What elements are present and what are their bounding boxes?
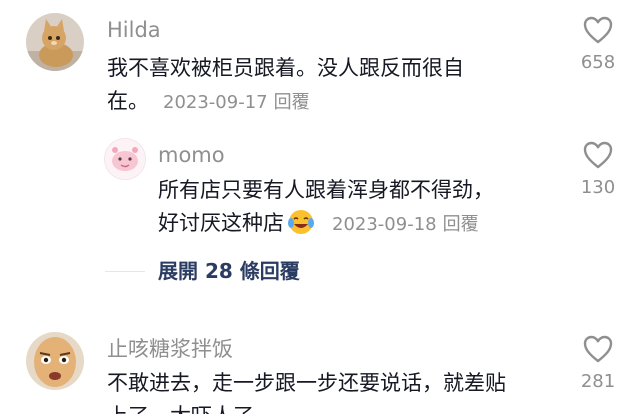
like-count: 130 <box>580 177 616 198</box>
like-button[interactable]: 130 <box>570 141 626 199</box>
pink-doodle-avatar-icon[interactable] <box>104 138 146 180</box>
comment-username[interactable]: 止咳糖浆拌饭 <box>107 336 233 362</box>
comment-text-line: 不敢进去，走一步跟一步还要说话，就差贴 <box>107 371 506 395</box>
comment-username[interactable]: Hilda <box>107 17 161 43</box>
like-count: 658 <box>580 52 616 73</box>
reply-date: 2023-09-18 <box>332 214 437 235</box>
heart-icon <box>583 16 613 44</box>
comment-text: 我不喜欢被柜员跟着。没人跟反而很自 在。 2023-09-17 回覆 <box>107 52 464 119</box>
heart-icon <box>583 141 613 169</box>
reply-link[interactable]: 回覆 <box>443 214 479 235</box>
reply-text: 所有店只要有人跟着浑身都不得劲， 好讨厌这种店 2023-09-18 回覆 <box>158 174 494 241</box>
expand-replies-button[interactable]: 展開 28 條回覆 <box>158 256 300 286</box>
like-count: 281 <box>580 371 616 392</box>
bald-man-avatar-icon[interactable] <box>26 332 84 390</box>
comment-text-line-2: 上了，太吓人了 <box>107 400 506 414</box>
comment-text: 不敢进去，走一步跟一步还要说话，就差贴 上了，太吓人了 <box>107 367 506 414</box>
reply-text-end: 好讨厌这种店 <box>158 211 284 235</box>
comment-text-line: 我不喜欢被柜员跟着。没人跟反而很自 <box>107 56 464 80</box>
comment-date: 2023-09-17 <box>163 92 268 113</box>
divider <box>105 271 145 272</box>
heart-icon <box>583 335 613 363</box>
comment-thread: Hilda 我不喜欢被柜员跟着。没人跟反而很自 在。 2023-09-17 回覆 6… <box>0 0 640 414</box>
comment-text-line-2: 在。 2023-09-17 回覆 <box>107 85 464 119</box>
reply-link[interactable]: 回覆 <box>274 92 310 113</box>
cat-avatar-icon[interactable] <box>26 13 84 71</box>
reply-text-line-2: 好讨厌这种店 2023-09-18 回覆 <box>158 207 494 241</box>
crying-laughing-emoji <box>288 210 314 234</box>
comment-text-end: 在。 <box>107 89 149 113</box>
reply-text-line: 所有店只要有人跟着浑身都不得劲， <box>158 178 494 202</box>
like-button[interactable]: 281 <box>570 335 626 393</box>
reply-username[interactable]: momo <box>158 142 225 168</box>
like-button[interactable]: 658 <box>570 16 626 74</box>
